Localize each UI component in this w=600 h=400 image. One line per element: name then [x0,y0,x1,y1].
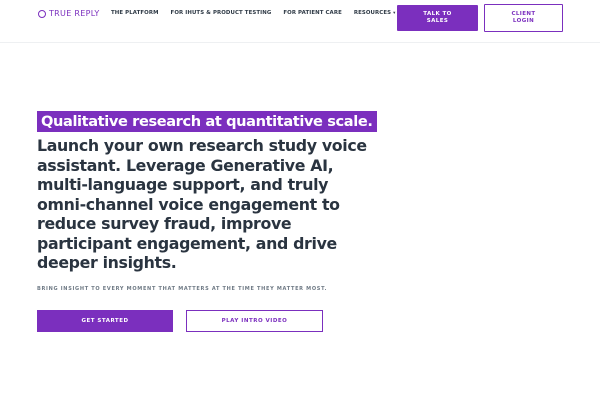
nav-item-label: FOR IHUTS & PRODUCT TESTING [170,10,272,16]
hero-subtext: BRING INSIGHT TO EVERY MOMENT THAT MATTE… [37,286,328,292]
logo-text: TRUE REPLY [49,9,100,18]
get-started-label: GET STARTED [81,318,129,324]
nav-item-label: THE PLATFORM [111,10,159,16]
nav-item-the-platform[interactable]: THE PLATFORM [111,10,159,16]
nav-item-patient-care[interactable]: FOR PATIENT CARE [283,10,342,16]
client-login-label: CLIENT LOGIN [511,11,536,24]
chevron-down-icon: ▾ [393,10,396,16]
client-login-button[interactable]: CLIENT LOGIN [484,4,563,32]
logo-mark-icon [38,9,46,18]
main-nav: THE PLATFORM FOR IHUTS & PRODUCT TESTING… [111,10,395,16]
talk-to-sales-button[interactable]: TALK TO SALES [397,5,478,31]
logo[interactable]: TRUE REPLY [38,9,100,18]
nav-item-label: FOR PATIENT CARE [283,10,342,16]
nav-item-ihuts-product-testing[interactable]: FOR IHUTS & PRODUCT TESTING [171,10,272,16]
get-started-button[interactable]: GET STARTED [37,310,173,332]
hero-headline: Launch your own research study voice ass… [37,136,367,272]
play-intro-video-label: PLAY INTRO VIDEO [221,318,288,324]
talk-to-sales-label: TALK TO SALES [423,11,452,24]
hero-tagline: Qualitative research at quantitative sca… [37,111,378,132]
play-intro-video-button[interactable]: PLAY INTRO VIDEO [186,310,323,332]
page: TRUE REPLY THE PLATFORM FOR IHUTS & PROD… [0,0,600,400]
nav-item-label: RESOURCES [353,10,392,16]
nav-item-resources[interactable]: RESOURCES ▾ [354,10,396,16]
site-header: TRUE REPLY THE PLATFORM FOR IHUTS & PROD… [0,0,600,43]
